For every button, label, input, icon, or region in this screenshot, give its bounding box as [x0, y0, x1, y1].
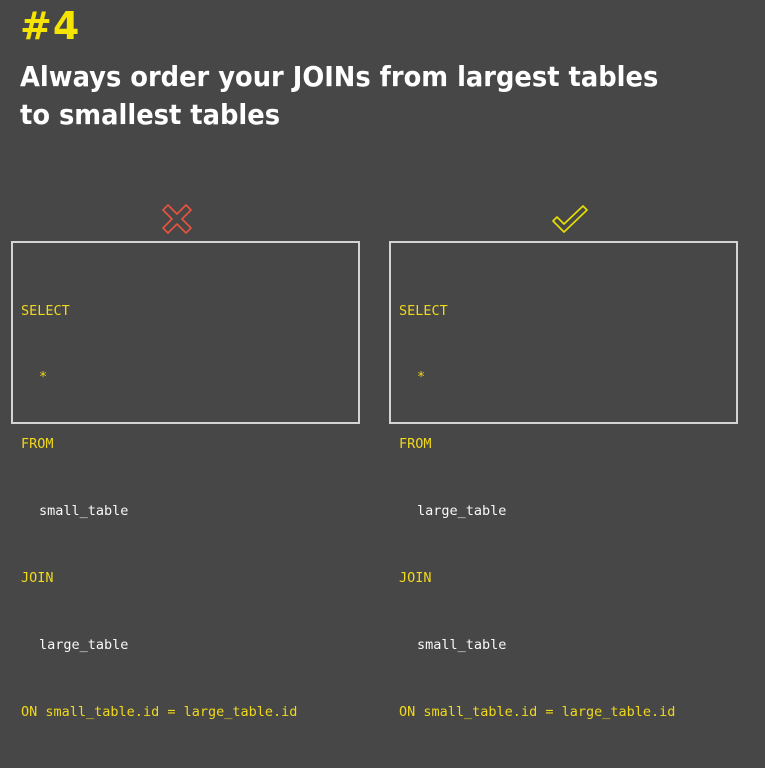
bad-query-code-box: SELECT * FROM small_table JOIN large_tab… — [11, 241, 360, 720]
on-equals: = — [167, 703, 176, 720]
on-right-column: large_table.id — [561, 703, 676, 720]
on-keyword: ON — [21, 703, 38, 720]
join-keyword: JOIN — [399, 570, 432, 587]
select-keyword: SELECT — [21, 302, 70, 319]
on-equals: = — [545, 703, 554, 720]
join-table-name: small_table — [417, 637, 507, 654]
from-keyword: FROM — [21, 436, 54, 453]
good-query-code: SELECT * FROM large_table JOIN small_tab… — [399, 255, 675, 768]
cross-icon — [162, 204, 192, 234]
select-star: * — [417, 369, 426, 386]
bad-query-code: SELECT * FROM small_table JOIN large_tab… — [21, 255, 297, 768]
from-table-name: small_table — [39, 503, 129, 520]
join-table-name: large_table — [39, 637, 129, 654]
select-star: * — [39, 369, 48, 386]
join-keyword: JOIN — [21, 570, 54, 587]
on-right-column: large_table.id — [183, 703, 298, 720]
from-keyword: FROM — [399, 436, 432, 453]
from-table-name: large_table — [417, 503, 507, 520]
check-icon — [552, 205, 588, 233]
on-left-column: small_table.id — [423, 703, 538, 720]
on-keyword: ON — [399, 703, 416, 720]
on-left-column: small_table.id — [45, 703, 160, 720]
good-query-code-box: SELECT * FROM large_table JOIN small_tab… — [389, 241, 738, 720]
select-keyword: SELECT — [399, 302, 448, 319]
slide-number: #4 — [20, 4, 81, 48]
slide-headline: Always order your JOINs from largest tab… — [20, 60, 659, 131]
